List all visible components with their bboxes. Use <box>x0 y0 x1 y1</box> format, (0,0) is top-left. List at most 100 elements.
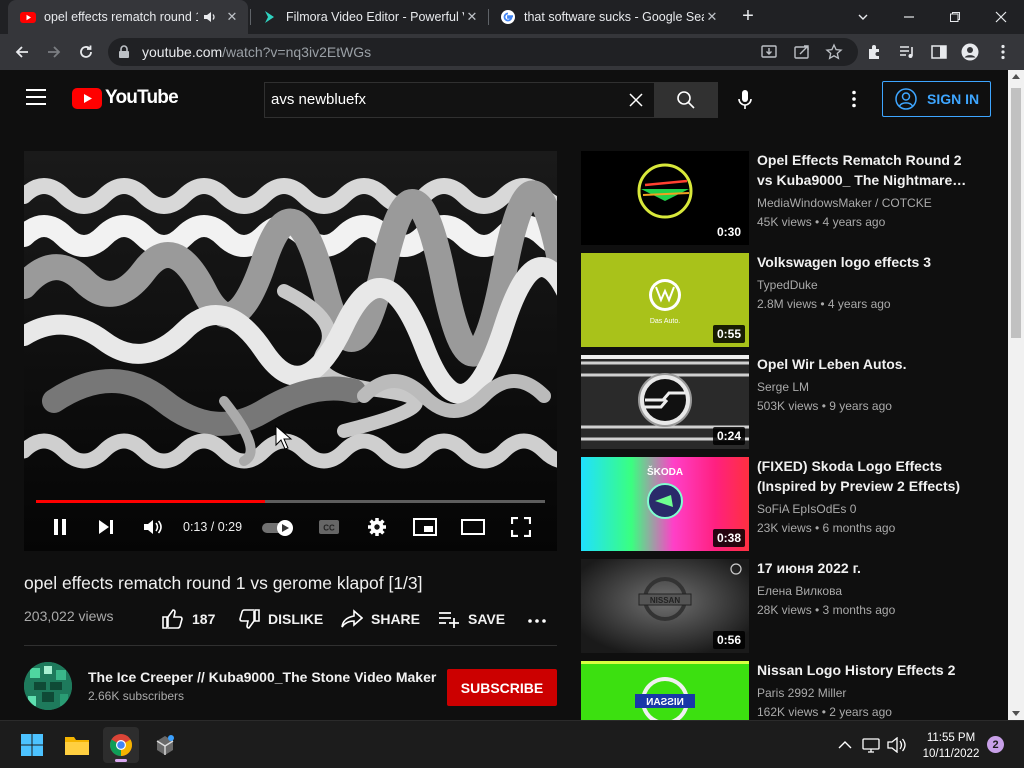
page-scrollbar[interactable] <box>1008 70 1024 720</box>
mute-button[interactable] <box>141 515 165 539</box>
settings-menu-icon[interactable] <box>844 89 864 109</box>
recommended-channel[interactable]: Serge LM <box>757 380 809 394</box>
volume-tray-icon[interactable] <box>886 734 908 756</box>
speaker-icon[interactable] <box>202 9 218 25</box>
recommended-channel[interactable]: MediaWindowsMaker / COTCKE <box>757 196 932 210</box>
share-button[interactable]: SHARE <box>341 608 420 630</box>
forward-icon[interactable] <box>42 40 66 64</box>
video-thumbnail[interactable]: NISSAN <box>581 661 749 720</box>
extensions-icon[interactable] <box>866 43 884 61</box>
captions-button[interactable]: CC <box>317 515 341 539</box>
recommended-channel[interactable]: SoFiA EpIsOdEs 0 <box>757 502 856 516</box>
scroll-up-icon[interactable] <box>1012 74 1020 79</box>
progress-bar[interactable] <box>36 500 545 503</box>
recommended-title[interactable]: Volkswagen logo effects 3 <box>757 252 977 272</box>
start-button[interactable] <box>14 727 50 763</box>
clear-search-icon[interactable] <box>628 92 644 108</box>
close-tab-icon[interactable]: ✕ <box>704 9 720 25</box>
settings-button[interactable] <box>365 515 389 539</box>
browser-menu-icon[interactable] <box>994 43 1012 61</box>
search-query[interactable]: avs newbluefx <box>271 91 366 108</box>
new-tab-button[interactable]: + <box>738 6 758 27</box>
video-thumbnail[interactable]: 0:24 <box>581 355 749 449</box>
search-input[interactable]: avs newbluefx <box>264 82 654 118</box>
youtube-logo[interactable]: YouTube <box>72 87 179 109</box>
like-button[interactable]: 187 <box>162 608 215 630</box>
recommended-video[interactable]: ŠKODA 0:38 (FIXED) Skoda Logo Effects (I… <box>581 457 991 551</box>
recommended-video[interactable]: Das Auto. 0:55 Volkswagen logo effects 3… <box>581 253 991 347</box>
windows-logo-icon <box>21 734 43 756</box>
close-tab-icon[interactable]: ✕ <box>464 9 480 25</box>
install-app-icon[interactable] <box>760 43 778 61</box>
autoplay-toggle[interactable] <box>262 520 294 536</box>
channel-avatar[interactable] <box>24 662 72 710</box>
voice-search-button[interactable] <box>727 82 763 118</box>
back-icon[interactable] <box>10 40 34 64</box>
tab-search-icon[interactable] <box>840 0 886 34</box>
url-text: youtube.com/watch?v=nq3iv2EtWGs <box>142 44 371 60</box>
video-frame[interactable] <box>24 151 557 551</box>
next-button[interactable] <box>94 515 118 539</box>
recommended-title[interactable]: Opel Wir Leben Autos. <box>757 354 977 374</box>
dislike-label: DISLIKE <box>268 611 324 627</box>
url-path: /watch?v=nq3iv2EtWGs <box>222 44 372 60</box>
recommended-video[interactable]: 0:30 Opel Effects Rematch Round 2 vs Kub… <box>581 151 991 245</box>
chrome-taskbar-button[interactable] <box>103 727 139 763</box>
file-explorer-button[interactable] <box>59 727 95 763</box>
recommended-title[interactable]: Opel Effects Rematch Round 2 vs Kuba9000… <box>757 150 977 190</box>
minimize-icon[interactable] <box>886 0 932 34</box>
close-tab-icon[interactable]: ✕ <box>224 9 240 25</box>
tab-filmora[interactable]: Filmora Video Editor - Powerful V ✕ <box>250 0 488 34</box>
recommended-video[interactable]: NISSAN 0:56 17 июня 2022 г. Елена Вилков… <box>581 559 991 653</box>
filmora-icon <box>262 9 278 25</box>
video-thumbnail[interactable]: 0:30 <box>581 151 749 245</box>
tab-youtube[interactable]: opel effects rematch round 1 ✕ <box>8 0 248 34</box>
more-actions-button[interactable] <box>527 608 547 630</box>
recommended-stats: 503K views • 9 years ago <box>757 399 892 413</box>
close-window-icon[interactable] <box>978 0 1024 34</box>
hamburger-menu-icon[interactable] <box>26 89 46 110</box>
video-thumbnail[interactable]: ŠKODA 0:38 <box>581 457 749 551</box>
restore-icon[interactable] <box>932 0 978 34</box>
tab-google[interactable]: that software sucks - Google Sea ✕ <box>488 0 728 34</box>
pause-button[interactable] <box>48 515 72 539</box>
video-player[interactable]: 0:13 / 0:29 CC <box>24 151 557 551</box>
channel-name[interactable]: The Ice Creeper // Kuba9000_The Stone Vi… <box>88 669 436 685</box>
video-thumbnail[interactable]: Das Auto. 0:55 <box>581 253 749 347</box>
sign-in-button[interactable]: SIGN IN <box>882 81 991 117</box>
miniplayer-button[interactable] <box>412 515 438 539</box>
share-icon[interactable] <box>793 43 811 61</box>
recommended-video[interactable]: 0:24 Opel Wir Leben Autos. Serge LM 503K… <box>581 355 991 449</box>
scroll-down-icon[interactable] <box>1012 711 1020 716</box>
thumbnail-caption: Das Auto. <box>650 318 680 325</box>
notification-badge[interactable]: 2 <box>987 736 1004 753</box>
search-button[interactable] <box>654 82 718 118</box>
side-panel-icon[interactable] <box>930 43 948 61</box>
fullscreen-button[interactable] <box>509 515 533 539</box>
save-button[interactable]: SAVE <box>438 608 505 630</box>
reload-icon[interactable] <box>74 40 98 64</box>
recommended-title[interactable]: (FIXED) Skoda Logo Effects (Inspired by … <box>757 456 977 496</box>
network-icon[interactable] <box>861 734 883 756</box>
show-hidden-icons-icon[interactable] <box>834 734 856 756</box>
lock-icon[interactable] <box>118 45 130 59</box>
recommended-title[interactable]: Nissan Logo History Effects 2 <box>757 661 977 680</box>
media-controls-icon[interactable] <box>898 43 916 61</box>
dislike-button[interactable]: DISLIKE <box>238 608 323 630</box>
profile-icon[interactable] <box>961 43 979 61</box>
app-taskbar-button[interactable] <box>147 727 183 763</box>
subscribe-button[interactable]: SUBSCRIBE <box>447 669 557 706</box>
system-clock[interactable]: 11:55 PM 10/11/2022 <box>916 730 986 762</box>
recommended-channel[interactable]: TypedDuke <box>757 278 818 292</box>
recommended-video[interactable]: NISSAN Nissan Logo History Effects 2 Par… <box>581 661 991 720</box>
recommended-title[interactable]: 17 июня 2022 г. <box>757 558 977 578</box>
google-icon <box>500 9 516 25</box>
address-bar[interactable]: youtube.com/watch?v=nq3iv2EtWGs <box>108 38 858 66</box>
scrollbar-thumb[interactable] <box>1011 88 1021 338</box>
clock-date: 10/11/2022 <box>922 748 980 760</box>
recommended-channel[interactable]: Paris 2992 Miller <box>757 686 846 700</box>
bookmark-star-icon[interactable] <box>825 43 843 61</box>
recommended-channel[interactable]: Елена Вилкова <box>757 584 842 598</box>
video-thumbnail[interactable]: NISSAN 0:56 <box>581 559 749 653</box>
theater-mode-button[interactable] <box>460 515 486 539</box>
